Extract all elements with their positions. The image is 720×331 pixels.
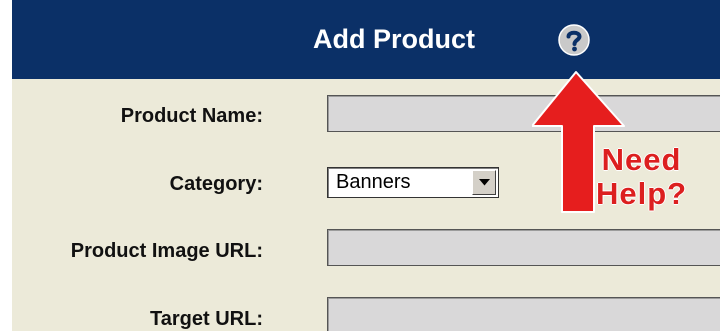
callout-line-1: Need xyxy=(601,142,682,177)
category-select[interactable]: Banners xyxy=(327,167,499,198)
page-title: Add Product xyxy=(313,24,475,54)
product-image-url-label: Product Image URL: xyxy=(70,240,263,262)
product-image-url-input[interactable] xyxy=(327,229,720,266)
target-url-label: Target URL: xyxy=(150,308,263,330)
callout-line-2: Help? xyxy=(596,176,688,211)
chevron-down-icon xyxy=(479,179,490,186)
category-label: Category: xyxy=(169,173,263,195)
category-selected-value: Banners xyxy=(336,171,411,193)
category-dropdown-button[interactable] xyxy=(472,170,496,195)
add-product-panel: Add Product Product Name: Category: Bann… xyxy=(12,0,720,331)
need-help-callout: Need Help? xyxy=(596,143,687,211)
product-name-input[interactable] xyxy=(327,95,720,132)
target-url-input[interactable] xyxy=(327,297,720,331)
help-icon[interactable] xyxy=(557,23,591,57)
product-name-label: Product Name: xyxy=(120,105,263,127)
